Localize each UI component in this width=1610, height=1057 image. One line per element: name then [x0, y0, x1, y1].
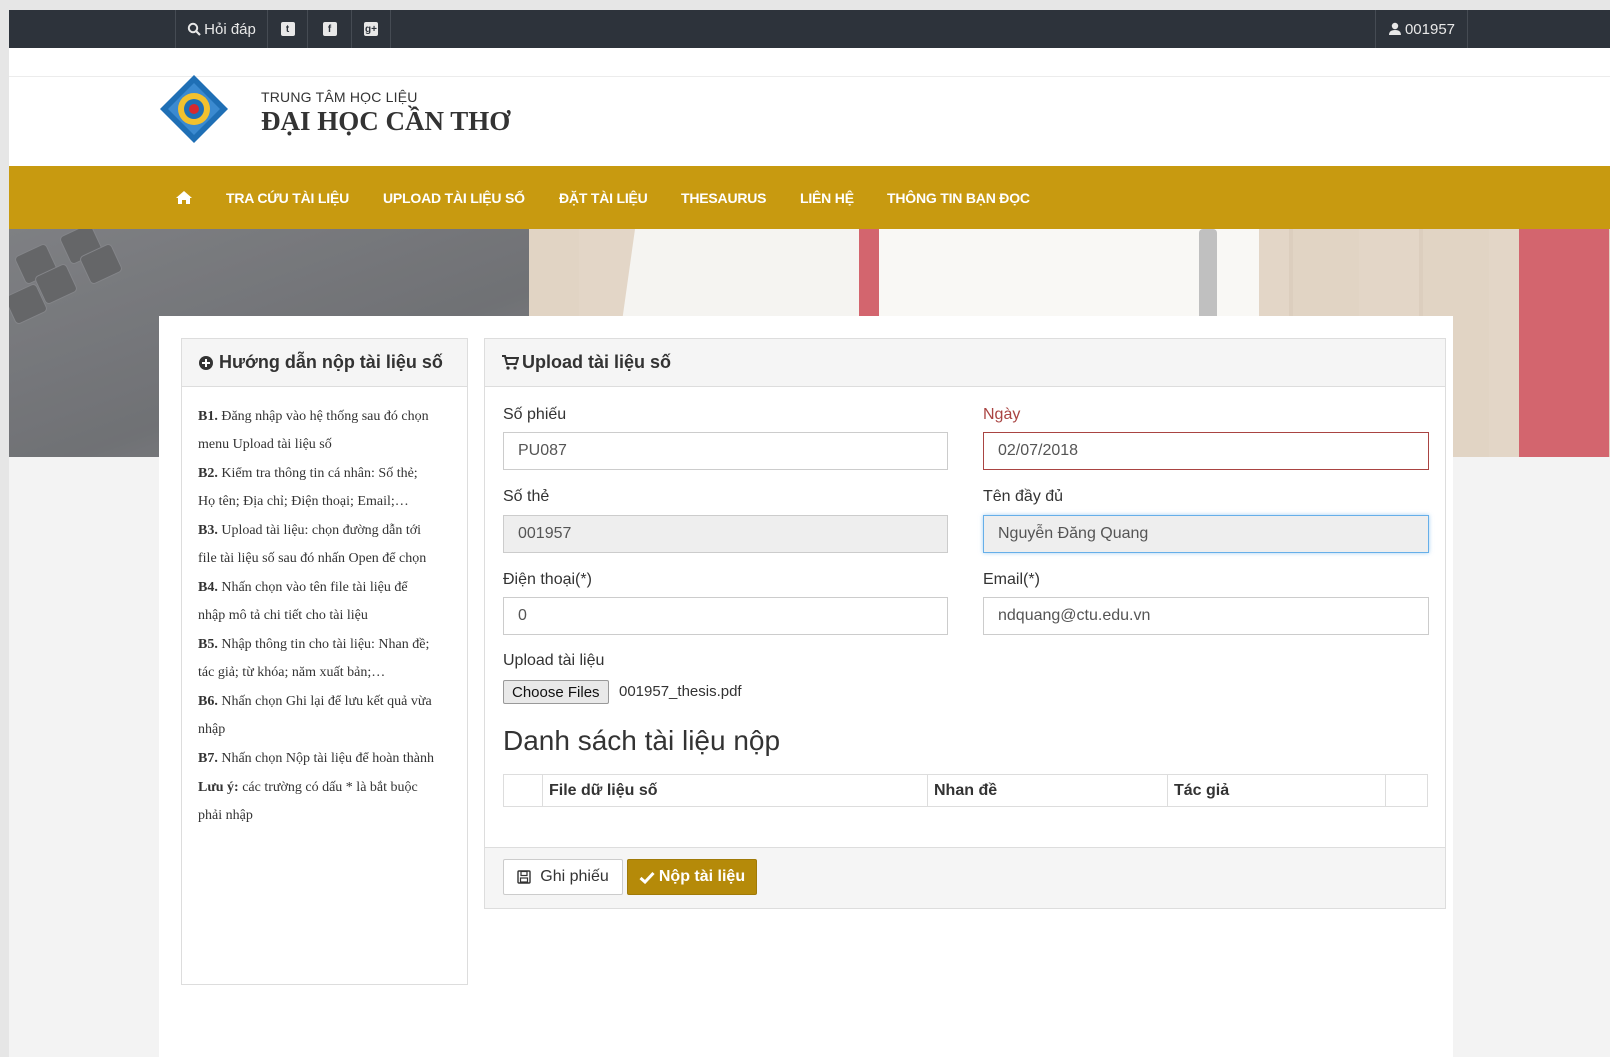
- google-plus-icon: g+: [364, 22, 378, 36]
- user-account-link[interactable]: 001957: [1375, 10, 1468, 48]
- guide-note: Lưu ý: các trường có dấu * là bắt buộc p…: [198, 780, 418, 823]
- guide-step: B1. Đăng nhập vào hệ thống sau đó chọn m…: [198, 409, 429, 452]
- selected-file-name: 001957_thesis.pdf: [619, 683, 742, 700]
- guide-title: Hướng dẫn nộp tài liệu số: [219, 352, 443, 372]
- check-icon: [639, 871, 655, 884]
- brand-subtitle: TRUNG TÂM HỌC LIỆU: [261, 89, 418, 105]
- nav-dat-tai-lieu[interactable]: ĐẶT TÀI LIỆU: [559, 166, 648, 229]
- nav-thesaurus[interactable]: THESAURUS: [681, 166, 767, 229]
- upload-panel-header: Upload tài liệu số: [485, 339, 1445, 387]
- upload-panel: Upload tài liệu số Số phiếu PU087 Ngày 0…: [484, 338, 1446, 909]
- nav-upload[interactable]: UPLOAD TÀI LIỆU SỐ: [383, 166, 525, 229]
- ghi-phieu-label: Ghi phiếu: [540, 868, 609, 885]
- nav-tra-cuu[interactable]: TRA CỨU TÀI LIỆU: [226, 166, 349, 229]
- ghi-phieu-button[interactable]: Ghi phiếu: [503, 859, 623, 895]
- faq-label: Hỏi đáp: [204, 20, 256, 38]
- twitter-icon: t: [280, 22, 295, 36]
- search-icon: [187, 22, 201, 36]
- nav-home[interactable]: [175, 166, 193, 229]
- guide-step: B6. Nhấn chọn Ghi lại để lưu kết quả vừa…: [198, 694, 432, 737]
- nav-thong-tin[interactable]: THÔNG TIN BẠN ĐỌC: [887, 166, 1030, 229]
- header-divider: [9, 76, 1610, 77]
- doc-list-title: Danh sách tài liệu nộp: [503, 725, 781, 756]
- choose-files-button[interactable]: Choose Files: [503, 680, 609, 704]
- plus-circle-icon: [199, 355, 213, 370]
- faq-link[interactable]: Hỏi đáp: [175, 10, 267, 48]
- university-logo[interactable]: [159, 74, 229, 144]
- ngay-label: Ngày: [983, 406, 1021, 423]
- col-file-header: File dữ liệu số: [542, 774, 928, 807]
- email-label: Email(*): [983, 571, 1040, 588]
- nop-tai-lieu-label: Nộp tài liệu: [658, 868, 746, 885]
- upload-title: Upload tài liệu số: [522, 352, 672, 372]
- nav-lien-he[interactable]: LIÊN HỆ: [800, 166, 854, 229]
- col-nhan-de-header: Nhan đề: [927, 774, 1168, 807]
- floppy-icon: [517, 870, 531, 884]
- guide-step: B7. Nhấn chọn Nộp tài liệu để hoàn thành: [198, 751, 435, 766]
- ten-day-du-label: Tên đầy đủ: [983, 488, 1064, 505]
- so-the-input[interactable]: 001957: [503, 515, 948, 553]
- ten-day-du-input[interactable]: Nguyễn Đăng Quang: [983, 515, 1429, 553]
- brand-title[interactable]: ĐẠI HỌC CẦN THƠ: [261, 106, 510, 137]
- col-select-header: [503, 774, 543, 807]
- user-icon: [1388, 22, 1401, 35]
- user-id: 001957: [1404, 20, 1456, 38]
- dien-thoai-label: Điện thoại(*): [503, 571, 592, 588]
- guide-steps: B1. Đăng nhập vào hệ thống sau đó chọn m…: [198, 403, 438, 831]
- guide-panel-header: Hướng dẫn nộp tài liệu số: [182, 339, 467, 387]
- home-icon: [176, 191, 192, 204]
- browser-page: Hỏi đáp t f g+ 001957 TRUNG TÂM HỌC LIỆU…: [9, 10, 1610, 1057]
- upload-file-label: Upload tài liệu: [503, 652, 605, 669]
- so-the-label: Số thẻ: [503, 488, 550, 505]
- content-area: Hướng dẫn nộp tài liệu số B1. Đăng nhập …: [159, 316, 1453, 1057]
- cart-icon: [502, 355, 519, 370]
- email-input[interactable]: ndquang@ctu.edu.vn: [983, 597, 1429, 635]
- so-phieu-input[interactable]: PU087: [503, 432, 948, 470]
- dien-thoai-input[interactable]: 0: [503, 597, 948, 635]
- guide-step: B5. Nhập thông tin cho tài liệu: Nhan đề…: [198, 637, 430, 680]
- table-header-row: File dữ liệu số Nhan đề Tác giả: [503, 774, 1428, 807]
- ngay-input[interactable]: 02/07/2018: [983, 432, 1429, 470]
- facebook-icon: f: [322, 22, 337, 36]
- google-plus-link[interactable]: g+: [351, 10, 391, 48]
- col-action-header: [1385, 774, 1428, 807]
- doc-list-table: File dữ liệu số Nhan đề Tác giả: [503, 774, 1428, 807]
- facebook-link[interactable]: f: [307, 10, 351, 48]
- guide-panel: Hướng dẫn nộp tài liệu số B1. Đăng nhập …: [181, 338, 468, 985]
- main-nav: TRA CỨU TÀI LIỆU UPLOAD TÀI LIỆU SỐ ĐẶT …: [9, 166, 1610, 229]
- upload-panel-footer: Ghi phiếu Nộp tài liệu: [485, 847, 1445, 908]
- so-phieu-label: Số phiếu: [503, 406, 567, 423]
- guide-step: B3. Upload tài liệu: chọn đường dẫn tới …: [198, 523, 427, 566]
- guide-step: B2. Kiểm tra thông tin cá nhân: Số thẻ; …: [198, 466, 418, 509]
- guide-step: B4. Nhấn chọn vào tên file tài liệu để n…: [198, 580, 408, 623]
- top-bar: Hỏi đáp t f g+ 001957: [9, 10, 1610, 48]
- nop-tai-lieu-button[interactable]: Nộp tài liệu: [627, 859, 757, 895]
- twitter-link[interactable]: t: [267, 10, 307, 48]
- site-header: TRUNG TÂM HỌC LIỆU ĐẠI HỌC CẦN THƠ: [9, 48, 1610, 166]
- col-tac-gia-header: Tác giả: [1167, 774, 1386, 807]
